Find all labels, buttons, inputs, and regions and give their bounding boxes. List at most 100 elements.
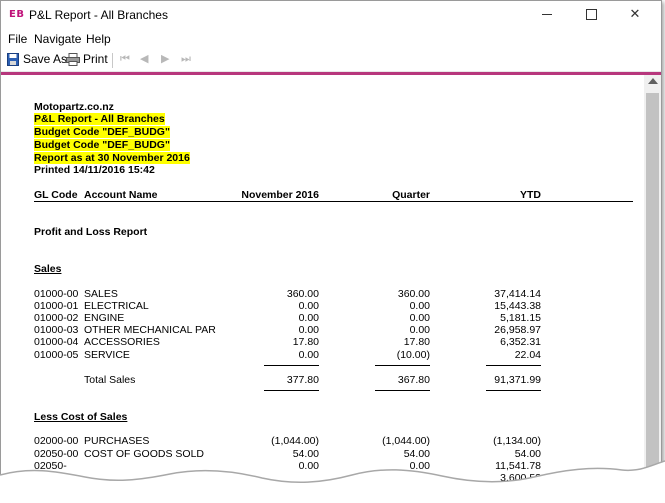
gl-code: 01000-05 bbox=[34, 349, 79, 361]
budget-code-1: Budget Code "DEF_BUDG" bbox=[34, 126, 170, 138]
gl-code: 01000-02 bbox=[34, 312, 79, 324]
close-button[interactable]: ✕ bbox=[613, 1, 657, 29]
section-title: Profit and Loss Report bbox=[34, 226, 148, 238]
maximize-icon bbox=[585, 9, 597, 20]
account-name: OTHER MECHANICAL PAR bbox=[84, 324, 216, 336]
ytd-value: 37,414.14 bbox=[494, 288, 541, 300]
report-title: P&L Report - All Branches bbox=[34, 113, 165, 125]
subtotal-rule bbox=[264, 365, 319, 366]
total-sales-label: Total Sales bbox=[84, 374, 136, 386]
scroll-thumb[interactable] bbox=[646, 93, 659, 473]
account-name: PURCHASES bbox=[84, 435, 150, 447]
column-quarter: Quarter bbox=[392, 189, 430, 201]
menu-file[interactable]: File bbox=[8, 32, 27, 46]
column-gl-code: GL Code bbox=[34, 189, 78, 201]
report-as-at: Report as at 30 November 2016 bbox=[34, 152, 190, 164]
total-ytd-value: 91,371.99 bbox=[494, 374, 541, 386]
ytd-value: 6,352.31 bbox=[500, 336, 541, 348]
month-value: 0.00 bbox=[298, 324, 319, 336]
account-name: ELECTRICAL bbox=[84, 300, 149, 312]
month-value: 17.80 bbox=[292, 336, 319, 348]
quarter-value: 17.80 bbox=[403, 336, 430, 348]
print-button[interactable]: Print bbox=[83, 52, 108, 66]
maximize-button[interactable] bbox=[569, 1, 613, 29]
header-rule bbox=[34, 201, 633, 202]
gl-code: 02050- bbox=[34, 460, 67, 472]
account-name: COST OF GOODS SOLD bbox=[84, 448, 204, 460]
month-value: 0.00 bbox=[298, 460, 319, 472]
quarter-value: (10.00) bbox=[396, 349, 430, 361]
gl-code: 01000-00 bbox=[34, 288, 79, 300]
close-icon: ✕ bbox=[629, 7, 641, 22]
sales-heading: Sales bbox=[34, 263, 62, 275]
ytd-value: 54.00 bbox=[514, 448, 541, 460]
quarter-value: 54.00 bbox=[403, 448, 430, 460]
last-page-icon[interactable]: ⏭ bbox=[181, 52, 191, 66]
ytd-value: 11,541.78 bbox=[495, 460, 541, 472]
company-name: Motopartz.co.nz bbox=[34, 101, 114, 113]
ytd-value: 22.04 bbox=[514, 349, 541, 361]
menu-navigate[interactable]: Navigate bbox=[34, 32, 81, 46]
month-value: (1,044.00) bbox=[271, 435, 319, 447]
ytd-value: 15,443.38 bbox=[494, 300, 541, 312]
app-logo-icon: EB bbox=[9, 9, 25, 20]
quarter-value: 0.00 bbox=[409, 312, 430, 324]
quarter-value: 0.00 bbox=[409, 300, 430, 312]
total-rule bbox=[375, 390, 430, 391]
total-rule bbox=[264, 390, 319, 391]
gl-code: 02050-00 bbox=[34, 448, 79, 460]
ytd-value: (1,134.00) bbox=[493, 435, 541, 447]
subtotal-rule bbox=[375, 365, 430, 366]
printed-date: Printed 14/11/2016 15:42 bbox=[34, 164, 155, 176]
quarter-value: 0.00 bbox=[409, 472, 430, 484]
menu-bar: File Navigate Help bbox=[1, 29, 661, 49]
ytd-value: 3,600.53 bbox=[500, 472, 541, 484]
cost-of-sales-heading: Less Cost of Sales bbox=[34, 411, 128, 423]
month-value: 0.00 bbox=[298, 300, 319, 312]
account-name: ENGINE bbox=[84, 312, 125, 324]
month-value: 0.00 bbox=[298, 349, 319, 361]
scroll-up-icon[interactable] bbox=[648, 78, 658, 84]
window-title: P&L Report - All Branches bbox=[29, 8, 168, 22]
print-icon bbox=[66, 53, 80, 66]
month-value: 360.00 bbox=[286, 288, 319, 300]
minimize-button[interactable] bbox=[525, 1, 569, 29]
quarter-value: (1,044.00) bbox=[382, 435, 430, 447]
vertical-scrollbar[interactable] bbox=[644, 75, 661, 499]
gl-code: 02000-00 bbox=[34, 435, 79, 447]
month-value: 54.00 bbox=[292, 448, 319, 460]
toolbar-separator bbox=[112, 53, 113, 68]
column-account-name: Account Name bbox=[84, 189, 158, 201]
column-month: November 2016 bbox=[241, 189, 319, 201]
first-page-icon[interactable]: ⏮ bbox=[120, 52, 130, 66]
quarter-value: 0.00 bbox=[409, 324, 430, 336]
ytd-value: 26,958.97 bbox=[494, 324, 541, 336]
account-name: SERVICE bbox=[84, 349, 130, 361]
report-viewer: Motopartz.co.nz P&L Report - All Branche… bbox=[1, 75, 661, 499]
subtotal-rule bbox=[486, 365, 541, 366]
ytd-value: 5,181.15 bbox=[500, 312, 541, 324]
gl-code: 01000-04 bbox=[34, 336, 79, 348]
gl-code: 01000-01 bbox=[34, 300, 79, 312]
quarter-value: 360.00 bbox=[397, 288, 430, 300]
title-bar: EB P&L Report - All Branches ✕ bbox=[1, 1, 661, 29]
save-icon bbox=[7, 53, 19, 66]
toolbar: Save As Print ⏮ ◀ ▶ ⏭ bbox=[1, 49, 661, 72]
minimize-icon bbox=[542, 14, 552, 15]
save-as-button[interactable]: Save As bbox=[23, 52, 67, 66]
quarter-value: 0.00 bbox=[409, 460, 430, 472]
total-month-value: 377.80 bbox=[286, 374, 319, 386]
gl-code: 01000-03 bbox=[34, 324, 79, 336]
account-name: SALES bbox=[84, 288, 118, 300]
next-page-icon[interactable]: ▶ bbox=[161, 52, 169, 65]
menu-help[interactable]: Help bbox=[86, 32, 111, 46]
total-rule bbox=[486, 390, 541, 391]
report-page: Motopartz.co.nz P&L Report - All Branche… bbox=[1, 75, 644, 499]
total-quarter-value: 367.80 bbox=[397, 374, 430, 386]
report-window: EB P&L Report - All Branches ✕ File Navi… bbox=[0, 0, 662, 500]
month-value: 0.00 bbox=[298, 312, 319, 324]
budget-code-2: Budget Code "DEF_BUDG" bbox=[34, 139, 170, 151]
previous-page-icon[interactable]: ◀ bbox=[140, 52, 148, 65]
account-name: ACCESSORIES bbox=[84, 336, 160, 348]
column-ytd: YTD bbox=[520, 189, 541, 201]
